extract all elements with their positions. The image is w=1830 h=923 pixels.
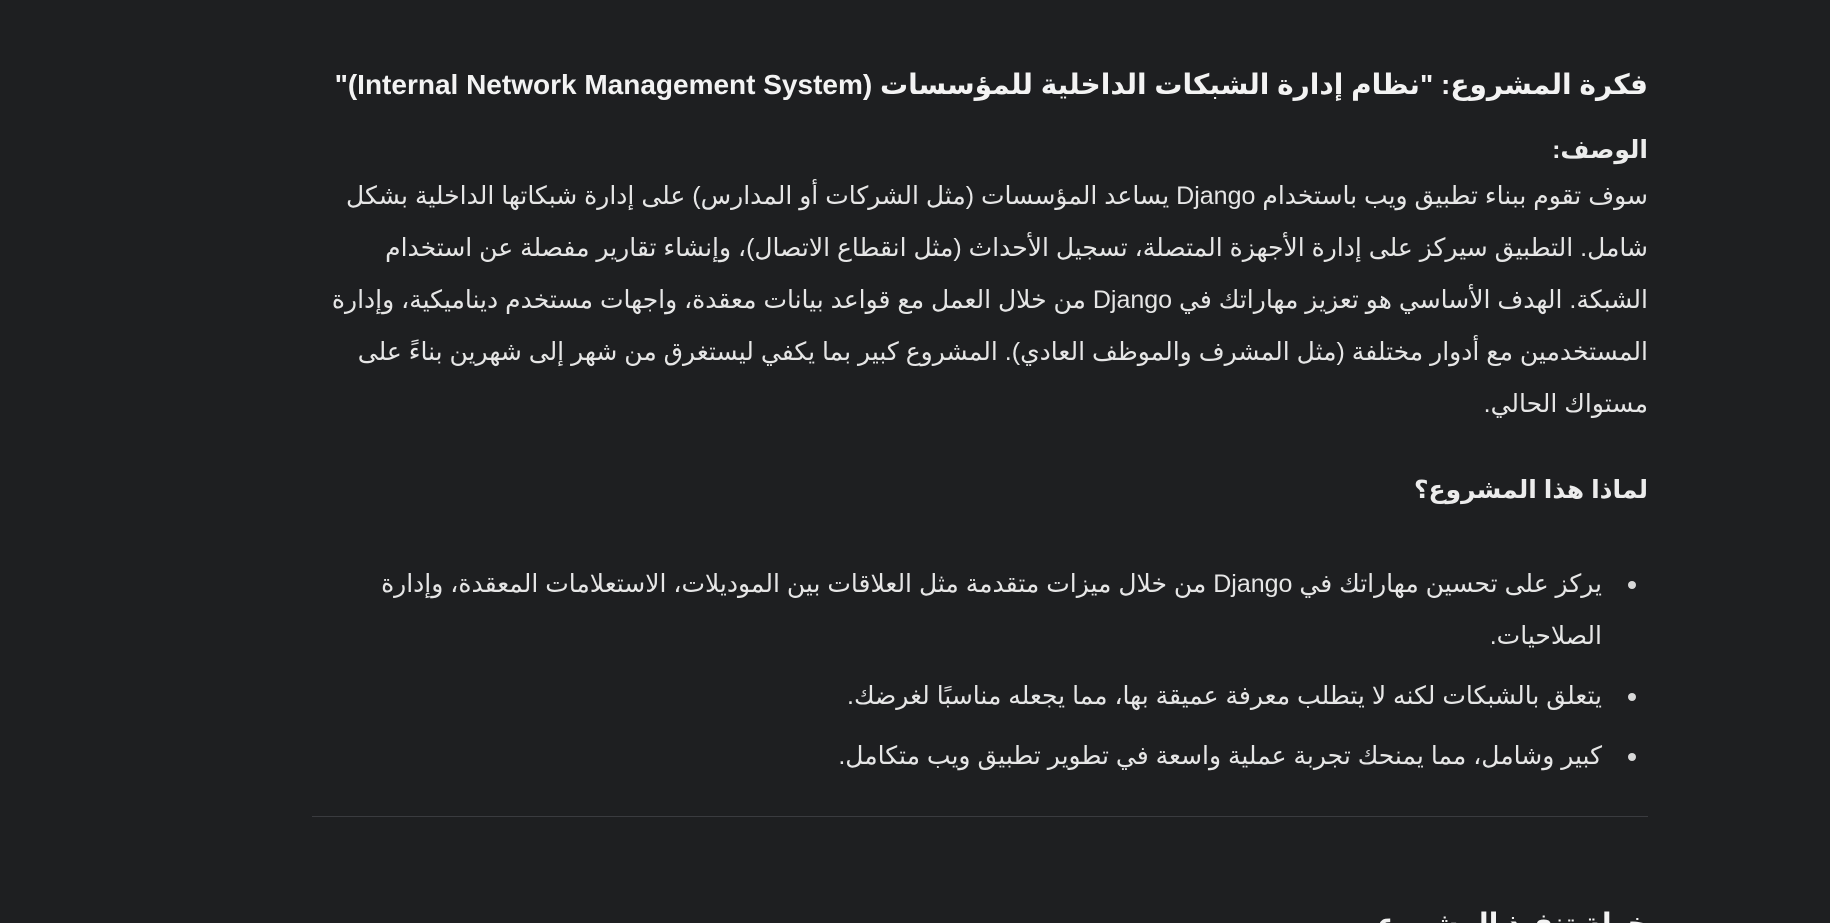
bullet-icon <box>1628 693 1636 701</box>
project-title: فكرة المشروع: "نظام إدارة الشبكات الداخل… <box>334 69 1648 100</box>
message-content: فكرة المشروع: "نظام إدارة الشبكات الداخل… <box>312 60 1648 790</box>
list-item: يركز على تحسين مهاراتك في Django من خلال… <box>312 558 1636 662</box>
section-divider <box>312 816 1648 817</box>
list-item-text: كبير وشامل، مما يمنحك تجربة عملية واسعة … <box>838 742 1602 770</box>
list-item: كبير وشامل، مما يمنحك تجربة عملية واسعة … <box>312 730 1636 782</box>
why-list: يركز على تحسين مهاراتك في Django من خلال… <box>312 558 1648 782</box>
list-item: يتعلق بالشبكات لكنه لا يتطلب معرفة عميقة… <box>312 670 1636 722</box>
list-item-text: يتعلق بالشبكات لكنه لا يتطلب معرفة عميقة… <box>847 682 1602 710</box>
description-text: سوف تقوم ببناء تطبيق ويب باستخدام Django… <box>331 182 1648 418</box>
why-heading: لماذا هذا المشروع؟ <box>1414 476 1648 504</box>
bullet-icon <box>1628 581 1636 589</box>
list-item-text: يركز على تحسين مهاراتك في Django من خلال… <box>381 570 1602 650</box>
bullet-icon <box>1628 753 1636 761</box>
chat-message-view: فكرة المشروع: "نظام إدارة الشبكات الداخل… <box>0 0 1830 923</box>
next-section-heading: خطة تنفيذ المشروع <box>312 904 1648 923</box>
description-label: الوصف: <box>1552 136 1648 164</box>
